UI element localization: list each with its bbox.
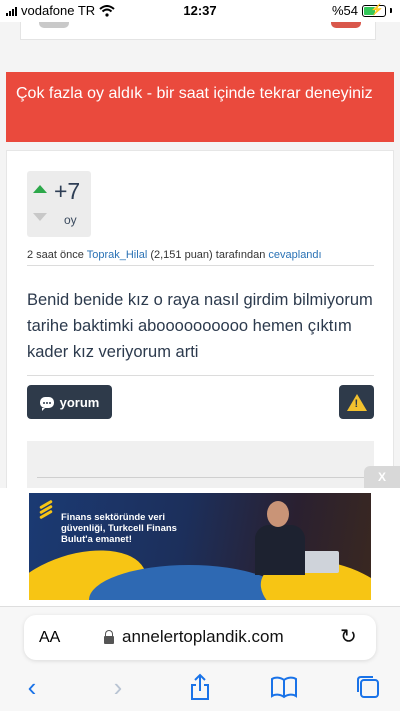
browser-toolbar: AA annelertoplandik.com ↻ ‹ › [0, 606, 400, 711]
rate-limit-alert: Çok fazla oy aldık - bir saat içinde tek… [6, 72, 394, 142]
answer-text: Benid benide kız o raya nasıl girdim bil… [27, 291, 373, 361]
nav-row: ‹ › [0, 669, 400, 709]
status-right: %54 ⚡ [332, 3, 392, 18]
author-link[interactable]: Toprak_Hilal [87, 249, 148, 261]
address-bar[interactable]: AA annelertoplandik.com ↻ [24, 615, 376, 660]
tabs-icon[interactable] [352, 669, 384, 705]
page: Çok fazla oy aldık - bir saat içinde tek… [0, 0, 400, 711]
ad-person-image [251, 501, 311, 576]
vote-box: +7 oy [27, 171, 91, 237]
comment-button[interactable]: yorum [27, 385, 112, 419]
answer-time: 2 saat önce [27, 249, 84, 261]
vote-count: +7 [54, 178, 81, 204]
ad-banner[interactable]: Finans sektöründe veri güvenliği, Turkce… [29, 493, 371, 600]
comment-button-label: yorum [59, 394, 100, 410]
ad-container: Finans sektöründe veri güvenliği, Turkce… [0, 488, 400, 606]
back-icon[interactable]: ‹ [18, 669, 46, 705]
vote-label: oy [64, 213, 77, 227]
warning-icon: ! [346, 393, 367, 411]
url-text[interactable]: annelertoplandik.com [122, 627, 284, 647]
comment-line [37, 477, 364, 478]
downvote-arrow-icon[interactable] [33, 213, 47, 221]
ad-text: Finans sektöründe veri güvenliği, Turkce… [61, 512, 177, 545]
comment-bubble-icon [39, 396, 54, 411]
divider [27, 375, 374, 376]
turkcell-logo-icon [36, 499, 56, 520]
answer-meta: 2 saat önce Toprak_Hilal (2,151 puan) ta… [27, 249, 374, 266]
forward-icon[interactable]: › [104, 669, 132, 705]
alert-message: Çok fazla oy aldık - bir saat içinde tek… [16, 85, 373, 102]
bookmarks-icon[interactable] [266, 669, 302, 705]
answer-card: +7 oy 2 saat önce Toprak_Hilal (2,151 pu… [6, 150, 394, 501]
battery-icon: ⚡ [362, 4, 386, 17]
author-points: (2,151 puan) [150, 249, 213, 261]
upvote-arrow-icon[interactable] [33, 185, 47, 193]
battery-percent: %54 [331, 3, 358, 18]
meta-by: tarafından [215, 249, 266, 261]
battery-tip [390, 8, 392, 13]
report-button[interactable]: ! [339, 385, 374, 419]
text-size-button[interactable]: AA [39, 629, 60, 647]
answered-link[interactable]: cevaplandı [268, 249, 321, 261]
lock-icon [104, 630, 114, 644]
status-bar: vodafone TR 12:37 %54 ⚡ [0, 0, 400, 22]
reload-icon[interactable]: ↻ [340, 624, 357, 649]
share-icon[interactable] [184, 669, 216, 705]
ad-close-button[interactable]: X [364, 466, 400, 488]
